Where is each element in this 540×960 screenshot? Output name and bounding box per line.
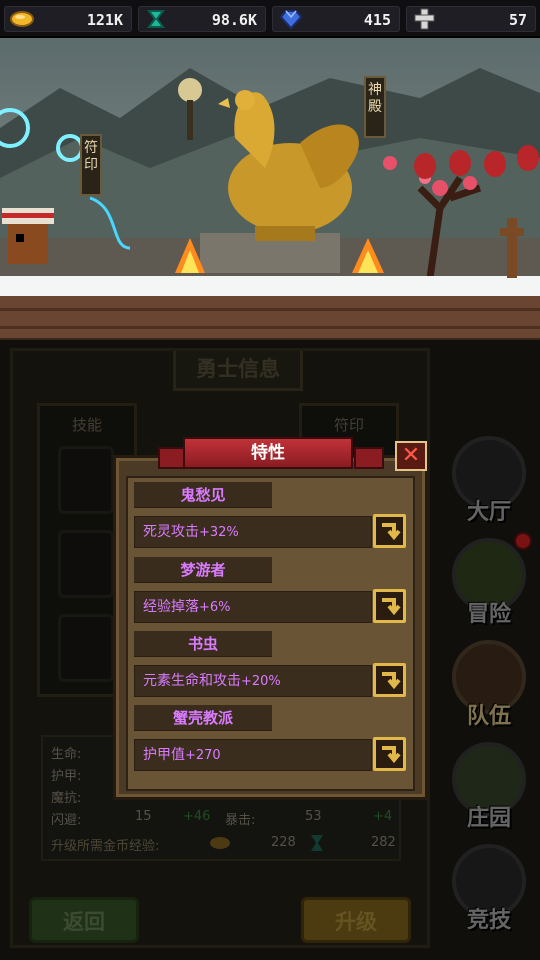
close-button[interactable]: ✕	[395, 441, 427, 471]
temple-scene: 符印 神殿	[0, 38, 540, 340]
energy-crystal-icon	[147, 10, 165, 28]
trait-effect-text: 护甲值	[143, 747, 185, 763]
trait-name: 蟹壳教派	[134, 705, 272, 731]
gold-counter: 121K	[4, 6, 132, 32]
trait-info-button[interactable]	[373, 737, 406, 771]
trait-effect-text: 元素生命和攻击	[143, 673, 241, 689]
modal-title: 特性	[183, 437, 353, 469]
trait-info-button[interactable]	[373, 589, 406, 623]
hook-arrow-icon	[382, 672, 401, 690]
trait-effect: 元素生命和攻击+20%	[134, 665, 372, 697]
trait-name: 鬼愁见	[134, 482, 272, 508]
gem-counter: 415	[272, 6, 400, 32]
hook-arrow-icon	[382, 523, 401, 541]
trait-effect-bonus: +20%	[241, 674, 281, 689]
cross-value: 57	[508, 11, 527, 29]
temple-sign[interactable]: 神殿	[364, 76, 386, 138]
trait-effect-bonus: +32%	[199, 525, 239, 540]
trait-info-button[interactable]	[373, 663, 406, 697]
trait-effect-text: 经验掉落	[143, 599, 199, 615]
cross-token-icon	[414, 8, 435, 30]
blue-gem-icon	[279, 10, 303, 30]
hero-sprite	[2, 208, 54, 264]
trait-effect: 死灵攻击+32%	[134, 516, 372, 548]
trait-effect-text: 死灵攻击	[143, 524, 199, 540]
trait-name: 梦游者	[134, 557, 272, 583]
cross-counter: 57	[406, 6, 536, 32]
trait-effect-bonus: +270	[185, 748, 221, 763]
hook-arrow-icon	[382, 746, 401, 764]
gold-value: 121K	[86, 11, 123, 29]
energy-value: 98.6K	[211, 11, 257, 29]
resource-bar: 121K 98.6K 415 57	[0, 0, 540, 38]
ribbon-right	[354, 447, 384, 469]
energy-counter: 98.6K	[138, 6, 266, 32]
trait-effect: 经验掉落+6%	[134, 591, 372, 623]
trait-effect-bonus: +6%	[199, 600, 231, 615]
rune-sign[interactable]: 符印	[80, 134, 102, 196]
trait-effect: 护甲值+270	[134, 739, 372, 771]
trait-info-button[interactable]	[373, 514, 406, 548]
hook-arrow-icon	[382, 598, 401, 616]
gem-value: 415	[363, 11, 391, 29]
gold-coin-icon	[10, 11, 34, 27]
trait-name: 书虫	[134, 631, 272, 657]
